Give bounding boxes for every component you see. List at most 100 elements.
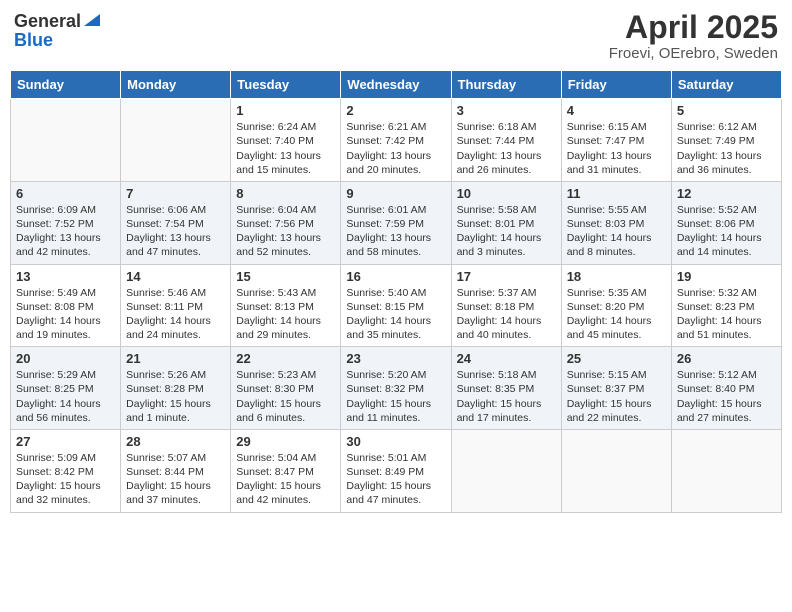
day-info: Sunrise: 5:09 AM Sunset: 8:42 PM Dayligh…	[16, 451, 115, 508]
day-info: Sunrise: 5:43 AM Sunset: 8:13 PM Dayligh…	[236, 286, 335, 343]
calendar-week-3: 20 Sunrise: 5:29 AM Sunset: 8:25 PM Dayli…	[11, 347, 782, 430]
header-wednesday: Wednesday	[341, 71, 451, 99]
day-info: Sunrise: 6:04 AM Sunset: 7:56 PM Dayligh…	[236, 203, 335, 260]
day-number: 12	[677, 186, 776, 201]
day-info: Sunrise: 5:52 AM Sunset: 8:06 PM Dayligh…	[677, 203, 776, 260]
calendar-cell: 13 Sunrise: 5:49 AM Sunset: 8:08 PM Dayli…	[11, 264, 121, 347]
calendar-cell: 29 Sunrise: 5:04 AM Sunset: 8:47 PM Dayli…	[231, 429, 341, 512]
calendar-cell: 9 Sunrise: 6:01 AM Sunset: 7:59 PM Daylig…	[341, 181, 451, 264]
calendar-cell: 1 Sunrise: 6:24 AM Sunset: 7:40 PM Daylig…	[231, 99, 341, 182]
calendar-cell	[121, 99, 231, 182]
day-info: Sunrise: 6:12 AM Sunset: 7:49 PM Dayligh…	[677, 120, 776, 177]
calendar-cell	[11, 99, 121, 182]
day-number: 20	[16, 351, 115, 366]
page-header: General Blue April 2025 Froevi, OErebro,…	[10, 10, 782, 62]
day-info: Sunrise: 6:06 AM Sunset: 7:54 PM Dayligh…	[126, 203, 225, 260]
day-number: 9	[346, 186, 445, 201]
day-info: Sunrise: 5:07 AM Sunset: 8:44 PM Dayligh…	[126, 451, 225, 508]
day-number: 7	[126, 186, 225, 201]
calendar-cell: 28 Sunrise: 5:07 AM Sunset: 8:44 PM Dayli…	[121, 429, 231, 512]
day-number: 15	[236, 269, 335, 284]
day-number: 19	[677, 269, 776, 284]
day-number: 25	[567, 351, 666, 366]
calendar-cell: 18Sunrise: 5:35 AM Sunset: 8:20 PM Dayli…	[561, 264, 671, 347]
calendar-cell: 17 Sunrise: 5:37 AM Sunset: 8:18 PM Dayli…	[451, 264, 561, 347]
day-info: Sunrise: 5:20 AM Sunset: 8:32 PM Dayligh…	[346, 368, 445, 425]
day-number: 13	[16, 269, 115, 284]
day-number: 8	[236, 186, 335, 201]
day-number: 4	[567, 103, 666, 118]
header-saturday: Saturday	[671, 71, 781, 99]
day-info: Sunrise: 6:24 AM Sunset: 7:40 PM Dayligh…	[236, 120, 335, 177]
day-number: 23	[346, 351, 445, 366]
day-info: Sunrise: 5:49 AM Sunset: 8:08 PM Dayligh…	[16, 286, 115, 343]
day-info: Sunrise: 6:15 AM Sunset: 7:47 PM Dayligh…	[567, 120, 666, 177]
day-number: 3	[457, 103, 556, 118]
day-info: Sunrise: 6:18 AM Sunset: 7:44 PM Dayligh…	[457, 120, 556, 177]
calendar-cell: 21 Sunrise: 5:26 AM Sunset: 8:28 PM Dayli…	[121, 347, 231, 430]
calendar-cell: 6 Sunrise: 6:09 AM Sunset: 7:52 PM Daylig…	[11, 181, 121, 264]
day-info: Sunrise: 5:46 AM Sunset: 8:11 PM Dayligh…	[126, 286, 225, 343]
calendar-cell: 14 Sunrise: 5:46 AM Sunset: 8:11 PM Dayli…	[121, 264, 231, 347]
calendar-cell: 11Sunrise: 5:55 AM Sunset: 8:03 PM Dayli…	[561, 181, 671, 264]
day-info: Sunrise: 6:01 AM Sunset: 7:59 PM Dayligh…	[346, 203, 445, 260]
day-number: 14	[126, 269, 225, 284]
calendar-cell: 8 Sunrise: 6:04 AM Sunset: 7:56 PM Daylig…	[231, 181, 341, 264]
header-tuesday: Tuesday	[231, 71, 341, 99]
calendar-week-1: 6 Sunrise: 6:09 AM Sunset: 7:52 PM Daylig…	[11, 181, 782, 264]
day-number: 17	[457, 269, 556, 284]
calendar-cell: 27 Sunrise: 5:09 AM Sunset: 8:42 PM Dayli…	[11, 429, 121, 512]
calendar-week-4: 27 Sunrise: 5:09 AM Sunset: 8:42 PM Dayli…	[11, 429, 782, 512]
day-info: Sunrise: 5:26 AM Sunset: 8:28 PM Dayligh…	[126, 368, 225, 425]
day-info: Sunrise: 5:40 AM Sunset: 8:15 PM Dayligh…	[346, 286, 445, 343]
calendar-cell: 15 Sunrise: 5:43 AM Sunset: 8:13 PM Dayli…	[231, 264, 341, 347]
logo-general-text: General	[14, 12, 81, 30]
day-number: 10	[457, 186, 556, 201]
day-info: Sunrise: 5:32 AM Sunset: 8:23 PM Dayligh…	[677, 286, 776, 343]
header-friday: Friday	[561, 71, 671, 99]
calendar-cell: 24 Sunrise: 5:18 AM Sunset: 8:35 PM Dayli…	[451, 347, 561, 430]
calendar-cell: 2Sunrise: 6:21 AM Sunset: 7:42 PM Daylig…	[341, 99, 451, 182]
calendar-cell: 22 Sunrise: 5:23 AM Sunset: 8:30 PM Dayli…	[231, 347, 341, 430]
day-number: 26	[677, 351, 776, 366]
calendar-subtitle: Froevi, OErebro, Sweden	[609, 45, 778, 62]
logo-blue-text: Blue	[14, 31, 53, 49]
day-info: Sunrise: 5:15 AM Sunset: 8:37 PM Dayligh…	[567, 368, 666, 425]
day-info: Sunrise: 5:37 AM Sunset: 8:18 PM Dayligh…	[457, 286, 556, 343]
day-number: 18	[567, 269, 666, 284]
calendar-cell	[451, 429, 561, 512]
day-number: 11	[567, 186, 666, 201]
calendar-week-0: 1 Sunrise: 6:24 AM Sunset: 7:40 PM Daylig…	[11, 99, 782, 182]
calendar-table: SundayMondayTuesdayWednesdayThursdayFrid…	[10, 70, 782, 512]
day-info: Sunrise: 5:58 AM Sunset: 8:01 PM Dayligh…	[457, 203, 556, 260]
calendar-cell: 30Sunrise: 5:01 AM Sunset: 8:49 PM Dayli…	[341, 429, 451, 512]
day-info: Sunrise: 6:21 AM Sunset: 7:42 PM Dayligh…	[346, 120, 445, 177]
calendar-cell: 16 Sunrise: 5:40 AM Sunset: 8:15 PM Dayli…	[341, 264, 451, 347]
calendar-cell	[671, 429, 781, 512]
calendar-cell: 3 Sunrise: 6:18 AM Sunset: 7:44 PM Daylig…	[451, 99, 561, 182]
day-number: 6	[16, 186, 115, 201]
day-info: Sunrise: 5:29 AM Sunset: 8:25 PM Dayligh…	[16, 368, 115, 425]
header-thursday: Thursday	[451, 71, 561, 99]
day-number: 29	[236, 434, 335, 449]
day-number: 27	[16, 434, 115, 449]
calendar-cell: 5Sunrise: 6:12 AM Sunset: 7:49 PM Daylig…	[671, 99, 781, 182]
title-block: April 2025 Froevi, OErebro, Sweden	[609, 10, 778, 62]
day-info: Sunrise: 5:04 AM Sunset: 8:47 PM Dayligh…	[236, 451, 335, 508]
day-number: 21	[126, 351, 225, 366]
header-monday: Monday	[121, 71, 231, 99]
calendar-cell: 20 Sunrise: 5:29 AM Sunset: 8:25 PM Dayli…	[11, 347, 121, 430]
logo-icon	[84, 10, 100, 26]
day-info: Sunrise: 5:18 AM Sunset: 8:35 PM Dayligh…	[457, 368, 556, 425]
calendar-header-row: SundayMondayTuesdayWednesdayThursdayFrid…	[11, 71, 782, 99]
day-number: 1	[236, 103, 335, 118]
calendar-title: April 2025	[609, 10, 778, 45]
day-info: Sunrise: 5:23 AM Sunset: 8:30 PM Dayligh…	[236, 368, 335, 425]
day-info: Sunrise: 6:09 AM Sunset: 7:52 PM Dayligh…	[16, 203, 115, 260]
day-number: 24	[457, 351, 556, 366]
day-number: 16	[346, 269, 445, 284]
calendar-cell: 26Sunrise: 5:12 AM Sunset: 8:40 PM Dayli…	[671, 347, 781, 430]
day-number: 22	[236, 351, 335, 366]
day-number: 28	[126, 434, 225, 449]
calendar-cell	[561, 429, 671, 512]
